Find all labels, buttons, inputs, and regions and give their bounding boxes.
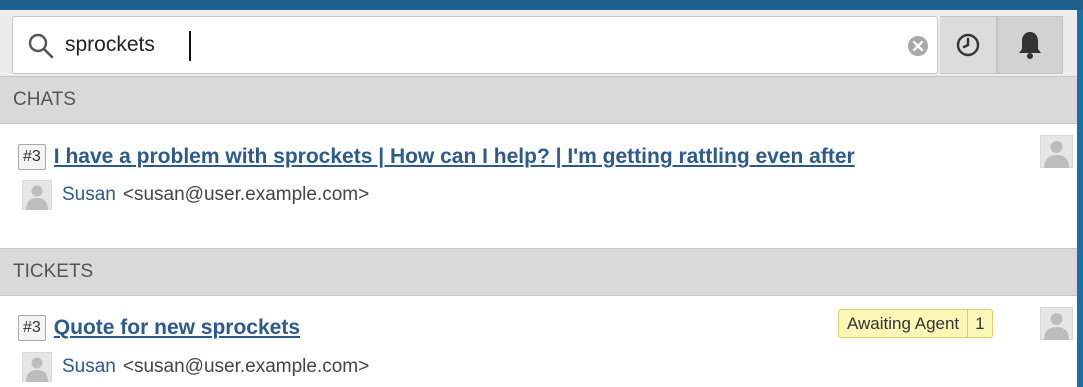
person-avatar-icon xyxy=(22,180,52,210)
status-badge: Awaiting Agent 1 xyxy=(838,309,993,338)
notifications-button[interactable] xyxy=(997,16,1063,74)
assignee-avatar-icon xyxy=(1040,307,1073,340)
person-avatar-icon xyxy=(22,352,52,382)
bell-icon xyxy=(1019,32,1041,59)
status-count: 1 xyxy=(975,314,985,333)
ticket-id-badge: #3 xyxy=(18,315,46,341)
status-label: Awaiting Agent xyxy=(839,310,969,337)
text-caret xyxy=(189,31,191,61)
section-header-tickets: TICKETS xyxy=(0,248,1077,296)
person-email: <susan@user.example.com> xyxy=(122,356,370,377)
search-input[interactable] xyxy=(65,27,885,63)
chat-result-row[interactable]: #3 I have a problem with sprockets | How… xyxy=(0,125,1077,247)
clear-circle-icon[interactable] xyxy=(907,35,929,57)
person-email: <susan@user.example.com> xyxy=(122,184,370,205)
top-accent-bar xyxy=(0,0,1083,10)
section-header-chats: CHATS xyxy=(0,76,1077,124)
chat-id-badge: #3 xyxy=(18,144,46,170)
person-name[interactable]: Susan xyxy=(62,356,116,378)
person-name[interactable]: Susan xyxy=(62,184,116,206)
search-box[interactable] xyxy=(12,16,938,74)
ticket-result-row[interactable]: #3 Quote for new sprockets Awaiting Agen… xyxy=(0,297,1077,387)
chat-title-link[interactable]: I have a problem with sprockets | How ca… xyxy=(54,145,855,168)
search-icon xyxy=(28,33,54,59)
clock-icon xyxy=(956,33,980,57)
right-accent-bar xyxy=(1077,10,1083,387)
ticket-title-link[interactable]: Quote for new sprockets xyxy=(54,316,300,340)
history-button[interactable] xyxy=(940,16,997,74)
assignee-avatar-icon xyxy=(1040,135,1073,168)
